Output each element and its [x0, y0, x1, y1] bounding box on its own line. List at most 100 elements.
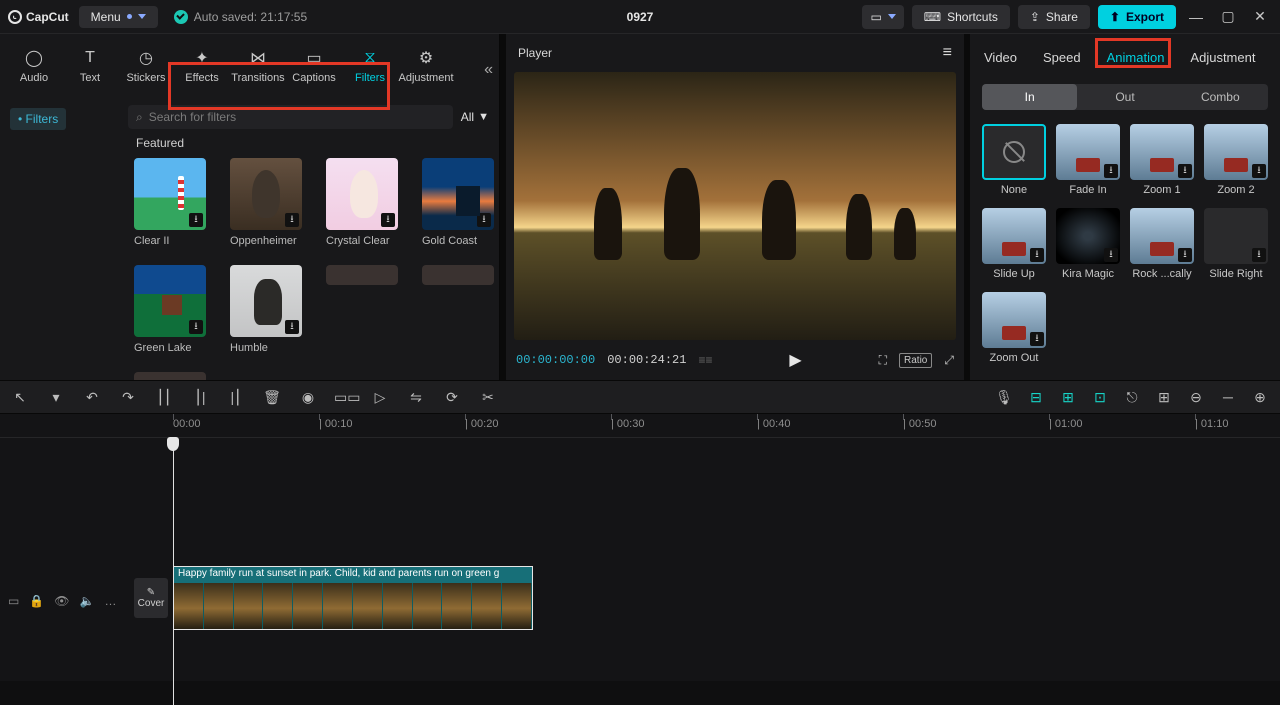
anim-segment-combo[interactable]: Combo [1173, 84, 1268, 110]
track-icon-1[interactable]: 🔒 [29, 594, 44, 608]
share-button[interactable]: ⇪ Share [1018, 5, 1090, 29]
filter-thumb-goldcoast[interactable]: ⭳Gold Coast [422, 158, 494, 247]
timeline-tool-13[interactable]: ✂ [478, 389, 498, 406]
timeline-toolbar-right: 🎙 ⊟ ⊞ ⊡ ⎋ ⊞ ⊖ ─ ⊕ [994, 389, 1270, 406]
safe-area-icon[interactable]: ⛶ [879, 353, 887, 368]
window-maximize-button[interactable]: ▢ [1216, 8, 1240, 25]
pencil-icon: ✎ [147, 587, 155, 598]
filter-thumb-partial[interactable] [134, 372, 206, 380]
right-tab-speed[interactable]: Speed [1041, 46, 1083, 69]
tool-tab-text[interactable]: TText [62, 38, 118, 94]
ruler-tick: | 00:30 [611, 418, 644, 430]
track-icon-2[interactable]: 👁 [54, 594, 69, 608]
timeline-tool-8[interactable]: ◉ [298, 389, 318, 406]
timeline-tool-5[interactable]: ⎮| [190, 389, 210, 406]
timeline-tool-11[interactable]: ⇋ [406, 389, 426, 406]
tool-tab-captions[interactable]: ▭Captions [286, 38, 342, 94]
filter-thumb-oppenheimer[interactable]: ⭳Oppenheimer [230, 158, 302, 247]
animation-none[interactable]: None [982, 124, 1046, 196]
player-viewport[interactable] [514, 72, 956, 340]
timeline-tool-r-8[interactable]: ⊕ [1250, 389, 1270, 406]
player-menu-icon[interactable]: ≡ [943, 44, 952, 62]
download-icon: ⭳ [189, 213, 203, 227]
collapse-icon[interactable]: « [484, 61, 493, 79]
animation-segment: InOutCombo [982, 84, 1268, 110]
track-icon-0[interactable]: ▭ [8, 594, 19, 608]
anim-segment-in[interactable]: In [982, 84, 1077, 110]
timeline-tool-r-7[interactable]: ─ [1218, 389, 1238, 405]
right-tab-adjustment[interactable]: Adjustment [1188, 46, 1257, 69]
ruler-tick: | 00:50 [903, 418, 936, 430]
animation-zoomout[interactable]: ⭳Zoom Out [982, 292, 1046, 364]
timeline-clip[interactable]: Happy family run at sunset in park. Chil… [173, 566, 533, 630]
right-tab-video[interactable]: Video [982, 46, 1019, 69]
animation-slideright[interactable]: ⭳Slide Right [1204, 208, 1268, 280]
window-minimize-button[interactable]: — [1184, 9, 1208, 25]
animation-zoom1[interactable]: ⭳Zoom 1 [1130, 124, 1194, 196]
track-icon-3[interactable]: 🔈 [80, 594, 95, 608]
filter-thumbnail: ⭳ [134, 265, 206, 337]
timeline-tracks[interactable]: ▭ 🔒 👁 🔈 … ✎ Cover Happy family run at sunset… [0, 438, 1280, 681]
check-circle-icon [174, 10, 188, 24]
animation-fadein[interactable]: ⭳Fade In [1056, 124, 1120, 196]
search-input[interactable]: ⌕ Search for filters [128, 105, 453, 129]
tool-tab-label: Effects [185, 72, 218, 84]
animation-slideup[interactable]: ⭳Slide Up [982, 208, 1046, 280]
filter-thumb-partial[interactable] [326, 265, 398, 354]
tool-tab-adjustment[interactable]: ⚙Adjustment [398, 38, 454, 94]
autosave-status: Auto saved: 21:17:55 [174, 10, 307, 24]
timeline-tool-r-5[interactable]: ⊞ [1154, 389, 1174, 406]
timeline-tool-9[interactable]: ▭▭ [334, 389, 354, 406]
timeline-tool-12[interactable]: ⟳ [442, 389, 462, 406]
cover-button[interactable]: ✎ Cover [134, 578, 168, 618]
fullscreen-icon[interactable]: ⤢ [944, 353, 954, 368]
tool-tab-audio[interactable]: ◯Audio [6, 38, 62, 94]
filter-label: Humble [230, 342, 302, 354]
anim-segment-out[interactable]: Out [1077, 84, 1172, 110]
ratio-button[interactable]: Ratio [899, 353, 932, 368]
window-close-button[interactable]: ✕ [1248, 8, 1272, 25]
timeline-tool-r-4[interactable]: ⎋ [1122, 389, 1142, 406]
timeline-tool-7[interactable]: 🗑 [262, 389, 282, 406]
timeline-tool-3[interactable]: ↷ [118, 389, 138, 406]
shortcuts-button[interactable]: ⌨ Shortcuts [912, 5, 1010, 29]
tool-tab-filters[interactable]: ⧖Filters [342, 38, 398, 94]
timeline-tool-10[interactable]: ▷ [370, 389, 390, 406]
animation-thumbnail: ⭳ [982, 208, 1046, 264]
timeline-tool-r-1[interactable]: ⊟ [1026, 389, 1046, 406]
tool-tab-stickers[interactable]: ◷Stickers [118, 38, 174, 94]
timeline-tool-6[interactable]: |⎮ [226, 389, 246, 406]
tool-tab-effects[interactable]: ✦Effects [174, 38, 230, 94]
logo-mark-icon [8, 10, 22, 24]
timeline-tool-1[interactable]: ▾ [46, 389, 66, 406]
filter-thumb-clear2[interactable]: ⭳Clear II [134, 158, 206, 247]
ruler-tick: | 00:10 [319, 418, 352, 430]
timeline-tool-r-3[interactable]: ⊡ [1090, 389, 1110, 406]
export-button[interactable]: ⬆ Export [1098, 5, 1176, 29]
download-icon: ⭳ [285, 320, 299, 334]
filters-chip[interactable]: • Filters [10, 108, 66, 130]
filter-thumb-humble[interactable]: ⭳ Humble [230, 265, 302, 354]
timeline-tool-r-6[interactable]: ⊖ [1186, 389, 1206, 406]
timeline-tool-0[interactable]: ↖ [10, 389, 30, 406]
timeline-ruler[interactable]: 00:00| 00:10| 00:20| 00:30| 00:40| 00:50… [0, 414, 1280, 438]
all-filter-button[interactable]: All ▼ [461, 110, 489, 124]
timeline-tool-r-0[interactable]: 🎙 [994, 389, 1014, 406]
timeline-tool-2[interactable]: ↶ [82, 389, 102, 406]
funnel-icon: ▼ [478, 111, 489, 123]
filter-thumb-partial[interactable] [422, 265, 494, 354]
download-icon: ⭳ [1030, 332, 1044, 346]
track-icon-4[interactable]: … [104, 594, 116, 608]
filter-thumb-greenlake[interactable]: ⭳Green Lake [134, 265, 206, 354]
timeline-tool-4[interactable]: ⎮⎮ [154, 389, 174, 406]
animation-zoom2[interactable]: ⭳Zoom 2 [1204, 124, 1268, 196]
play-button[interactable]: ▶ [789, 350, 801, 370]
animation-kira[interactable]: ⭳Kira Magic [1056, 208, 1120, 280]
animation-rock[interactable]: ⭳Rock ...cally [1130, 208, 1194, 280]
right-tab-animation[interactable]: Animation [1105, 46, 1167, 69]
layout-preset-button[interactable]: ▭ [862, 5, 903, 29]
menu-button[interactable]: Menu [79, 6, 158, 28]
timeline-tool-r-2[interactable]: ⊞ [1058, 389, 1078, 406]
filter-thumb-crystal[interactable]: ⭳Crystal Clear [326, 158, 398, 247]
tool-tab-transitions[interactable]: ⋈Transitions [230, 38, 286, 94]
